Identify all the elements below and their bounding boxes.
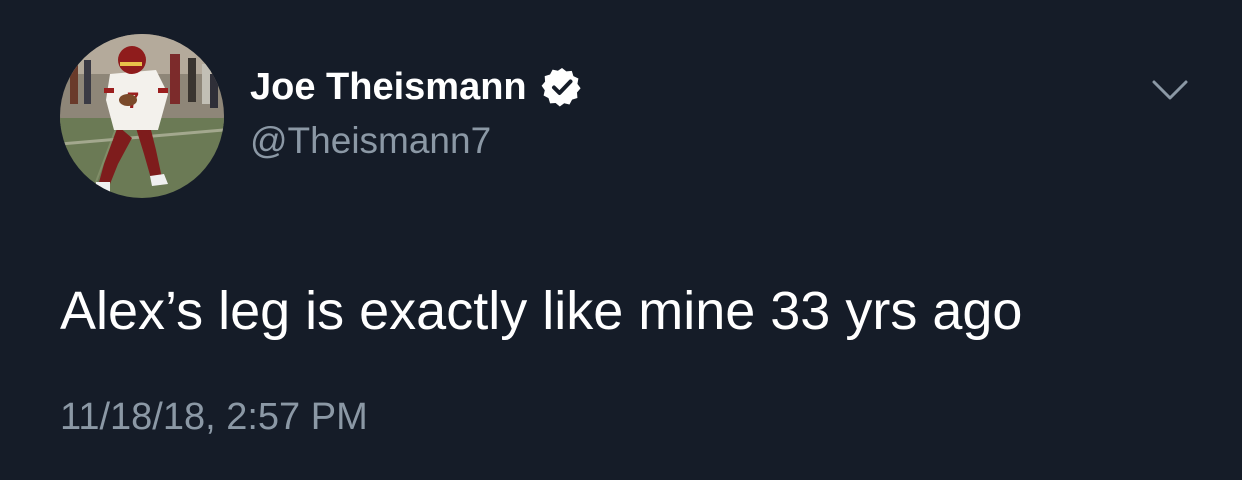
- verified-badge-icon: [541, 68, 581, 107]
- tweet-menu-button[interactable]: [1148, 72, 1192, 108]
- author-handle[interactable]: @Theismann7: [250, 118, 491, 164]
- author-avatar[interactable]: 7: [60, 34, 224, 198]
- tweet-text: Alex’s leg is exactly like mine 33 yrs a…: [60, 281, 1023, 341]
- tweet-timestamp[interactable]: 11/18/18, 2:57 PM: [60, 393, 368, 441]
- football-player-avatar: 7: [60, 34, 224, 198]
- author-display-name[interactable]: Joe Theismann: [250, 64, 527, 110]
- tweet-card: 7 Joe Theismann @Theismann7 Alex’s leg i…: [0, 0, 1242, 480]
- author-name-row: Joe Theismann: [250, 64, 583, 110]
- chevron-down-icon: [1152, 80, 1188, 100]
